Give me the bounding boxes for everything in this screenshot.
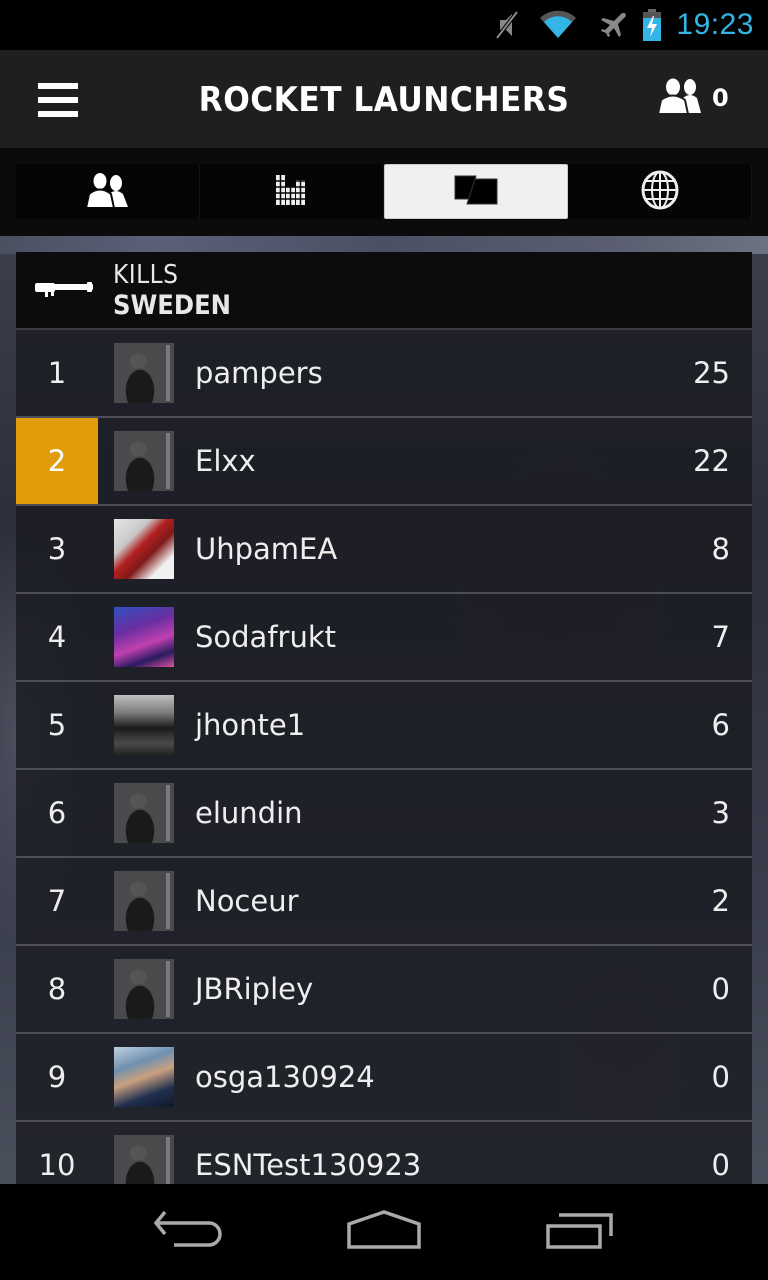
- leaderboard-row[interactable]: 6 elundin 3: [16, 770, 752, 858]
- avatar: [114, 343, 174, 403]
- player-name: UhpamEA: [195, 532, 338, 566]
- tab-bar: [16, 164, 752, 219]
- avatar: [114, 871, 174, 931]
- rank: 6: [47, 796, 67, 830]
- player-name: JBRipley: [195, 972, 314, 1006]
- player-name: pampers: [195, 356, 323, 390]
- app-header: ROCKET LAUNCHERS 0: [0, 50, 768, 148]
- tab-stats[interactable]: [200, 164, 384, 219]
- leaderboard-row[interactable]: 2 Elxx 22: [16, 418, 752, 506]
- status-bar: 19:23: [0, 0, 768, 50]
- mute-icon: [494, 0, 520, 50]
- rocket-launcher-icon: [16, 280, 113, 300]
- leaderboard-row[interactable]: 1 pampers 25: [16, 330, 752, 418]
- home-icon: [346, 1210, 422, 1254]
- player-name: elundin: [195, 796, 303, 830]
- player-name: Noceur: [195, 884, 299, 918]
- score: 22: [693, 444, 730, 478]
- avatar: [114, 607, 174, 667]
- leaderboard-row[interactable]: 10 ESNTest130923 0: [16, 1122, 752, 1184]
- avatar: [114, 1135, 174, 1184]
- leaderboard: KILLS SWEDEN 1 pampers 25 2 Elxx 22 3 Uh…: [16, 252, 752, 1184]
- tab-global[interactable]: [568, 164, 752, 219]
- airplane-mode-icon: [598, 0, 628, 50]
- back-icon: [153, 1210, 223, 1254]
- leaderboard-region: SWEDEN: [113, 289, 232, 321]
- score: 0: [711, 1148, 730, 1182]
- wifi-icon: [538, 0, 578, 50]
- score: 25: [693, 356, 730, 390]
- friends-button[interactable]: 0: [656, 76, 729, 118]
- leaderboard-row[interactable]: 7 Noceur 2: [16, 858, 752, 946]
- rank: 4: [47, 620, 67, 654]
- friends-count: 0: [712, 84, 729, 112]
- rank: 3: [47, 532, 67, 566]
- rank: 2: [16, 418, 98, 504]
- leaderboard-row[interactable]: 9 osga130924 0: [16, 1034, 752, 1122]
- rank: 9: [47, 1060, 67, 1094]
- score: 7: [711, 620, 730, 654]
- rank: 8: [47, 972, 67, 1006]
- battery-charging-icon: [642, 0, 662, 50]
- rank: 7: [47, 884, 67, 918]
- score: 0: [711, 1060, 730, 1094]
- score: 6: [711, 708, 730, 742]
- avatar: [114, 695, 174, 755]
- status-time: 19:23: [676, 8, 754, 41]
- rank: 5: [47, 708, 67, 742]
- home-button[interactable]: [334, 1202, 434, 1262]
- leaderboard-row[interactable]: 8 JBRipley 0: [16, 946, 752, 1034]
- avatar: [114, 1047, 174, 1107]
- score: 0: [711, 972, 730, 1006]
- avatar: [114, 431, 174, 491]
- tab-friends[interactable]: [16, 164, 200, 219]
- bar-chart-icon: [275, 173, 308, 210]
- rank: 10: [38, 1148, 76, 1182]
- leaderboard-stat: KILLS: [113, 259, 179, 290]
- leaderboard-row[interactable]: 4 Sodafrukt 7: [16, 594, 752, 682]
- leaderboard-header: KILLS SWEDEN: [16, 252, 752, 330]
- recent-apps-button[interactable]: [530, 1202, 630, 1262]
- avatar: [114, 959, 174, 1019]
- leaderboard-row[interactable]: 3 UhpamEA 8: [16, 506, 752, 594]
- tab-cards[interactable]: [383, 164, 569, 219]
- back-button[interactable]: [138, 1202, 238, 1262]
- avatar: [114, 519, 174, 579]
- friends-icon: [84, 170, 130, 212]
- content-area: KILLS SWEDEN 1 pampers 25 2 Elxx 22 3 Uh…: [0, 236, 768, 1184]
- recent-apps-icon: [545, 1210, 615, 1254]
- player-name: ESNTest130923: [195, 1148, 422, 1182]
- page-title: ROCKET LAUNCHERS: [198, 80, 570, 120]
- score: 2: [711, 884, 730, 918]
- avatar: [114, 783, 174, 843]
- rank: 1: [47, 356, 67, 390]
- player-name: jhonte1: [195, 708, 306, 742]
- tab-bar-container: [0, 148, 768, 236]
- leaderboard-row[interactable]: 5 jhonte1 6: [16, 682, 752, 770]
- globe-icon: [640, 170, 680, 214]
- score: 3: [711, 796, 730, 830]
- cards-icon: [454, 175, 498, 209]
- player-name: Sodafrukt: [195, 620, 337, 654]
- player-name: Elxx: [195, 444, 256, 478]
- friends-icon: [656, 76, 702, 118]
- system-nav-bar: [0, 1184, 768, 1280]
- player-name: osga130924: [195, 1060, 375, 1094]
- score: 8: [711, 532, 730, 566]
